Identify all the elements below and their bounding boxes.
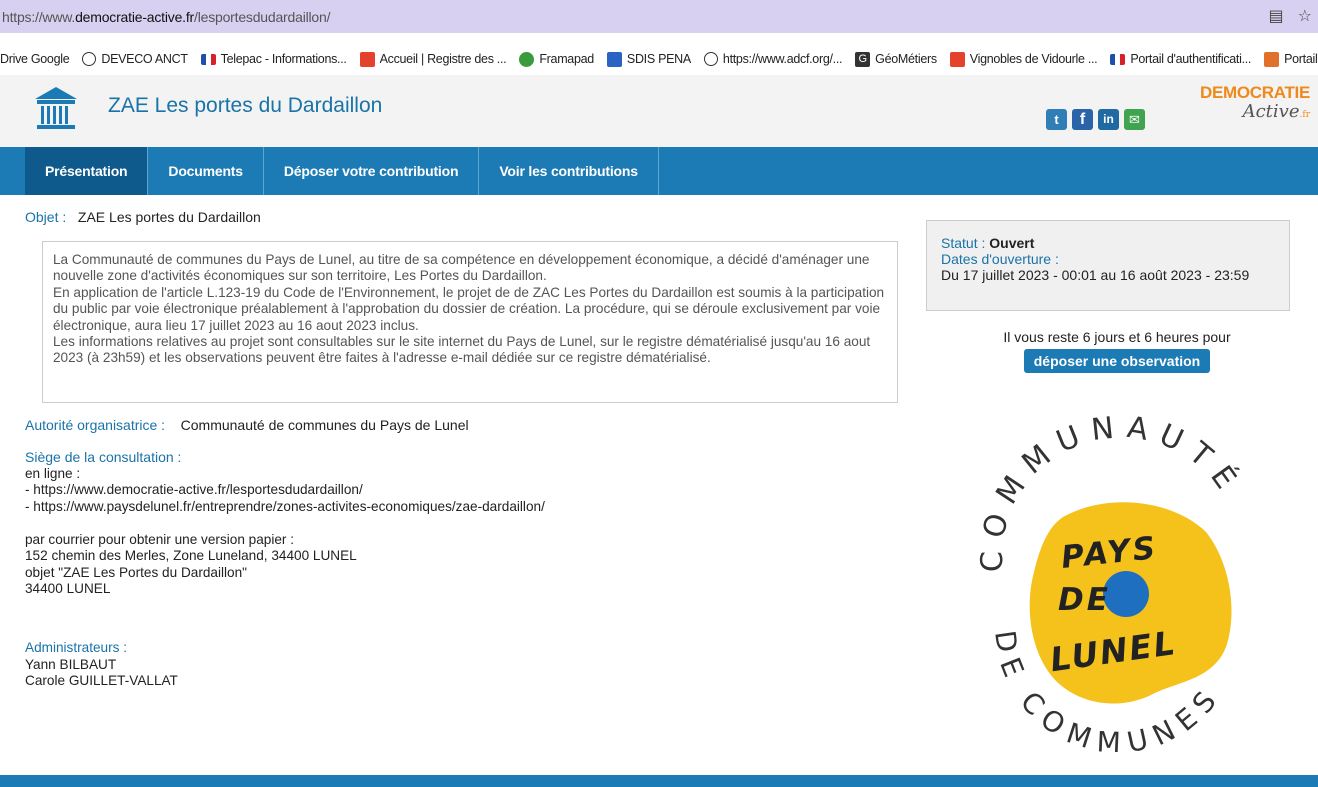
twitter-icon[interactable]: t (1046, 109, 1067, 130)
bookmark-label: GéoMétiers (875, 52, 937, 66)
description-box: La Communauté de communes du Pays de Lun… (42, 241, 898, 403)
url-domain: democratie-active.fr (75, 8, 195, 25)
bookmark-item[interactable]: SDIS PENA (606, 51, 691, 67)
remaining-text: Il vous reste 6 jours et 6 heures pour (1003, 329, 1231, 345)
statut-label: Statut : (941, 235, 986, 251)
objet-label: Objet : (25, 209, 67, 225)
siege-line: en ligne : (25, 465, 81, 481)
bookmark-item[interactable]: https://www.adcf.org/... (703, 52, 843, 66)
globe-icon (82, 52, 97, 66)
remaining-time: Il vous reste 6 jours et 6 heures pour d… (926, 329, 1308, 373)
bookmark-item[interactable]: DEVECO ANCT (82, 52, 188, 66)
linkedin-icon[interactable]: in (1098, 109, 1119, 130)
bookmark-item[interactable]: Framapad (519, 51, 594, 67)
deposit-observation-button[interactable]: déposer une observation (1023, 349, 1211, 373)
description-paragraph: La Communauté de communes du Pays de Lun… (53, 252, 870, 284)
siege-link[interactable]: - https://www.paysdelunel.fr/entreprendr… (25, 499, 545, 516)
footer-bar (0, 775, 1318, 787)
url-prefix: https://www. (2, 8, 76, 25)
social-links: t f in ✉ (1046, 109, 1145, 130)
bookmark-favicon-icon (949, 51, 965, 67)
bookmark-label: Accueil | Registre des ... (379, 52, 507, 66)
siege-section: Siège de la consultation : en ligne : - … (25, 449, 545, 598)
site-header: ZAE Les portes du Dardaillon t f in ✉ DE… (0, 75, 1318, 147)
bookmark-item[interactable]: Telepac - Informations... (200, 52, 347, 66)
admin-name: Yann BILBAUT (25, 656, 117, 672)
bookmark-label: SDIS PENA (626, 52, 691, 66)
admin-name: Carole GUILLET-VALLAT (25, 673, 178, 688)
siege-label: Siège de la consultation : (25, 449, 182, 465)
bookmark-item[interactable]: Drive Google (0, 52, 70, 66)
statut-value: Ouvert (989, 235, 1035, 251)
tab-deposer-contribution[interactable]: Déposer votre contribution (264, 147, 480, 195)
globe-icon (703, 52, 718, 66)
siege-line: 152 chemin des Merles, Zone Luneland, 34… (25, 548, 357, 563)
site-title[interactable]: ZAE Les portes du Dardaillon (108, 94, 382, 118)
brand-top: DEMOCRATIE (1199, 83, 1310, 102)
facebook-icon[interactable]: f (1072, 109, 1093, 130)
svg-text:DE: DE (1058, 582, 1111, 618)
pays-de-lunel-logo: PAYS DE LUNEL COMMUNAUTÉ DE COMMUNES (975, 412, 1239, 752)
main-nav: Présentation Documents Déposer votre con… (0, 147, 1318, 195)
url-text[interactable]: https://www.democratie-active.fr/lesport… (0, 9, 330, 25)
bookmark-item[interactable]: Portail A (1264, 51, 1318, 67)
description-paragraph: En application de l'article L.123-19 du … (53, 284, 885, 333)
url-bar-actions: ▤ ☆ (1269, 6, 1312, 26)
tab-voir-contributions[interactable]: Voir les contributions (479, 147, 659, 195)
dates-label: Dates d'ouverture : (941, 251, 1059, 267)
siege-line: objet "ZAE Les Portes du Dardaillon" (25, 564, 247, 580)
bookmark-label: Framapad (539, 52, 594, 66)
bookmarks-bar: Drive Google DEVECO ANCT Telepac - Informa… (0, 43, 1318, 75)
admins-label: Administrateurs : (25, 640, 127, 655)
bookmark-favicon-icon (359, 51, 375, 67)
bookmark-item[interactable]: G GéoMétiers (855, 51, 937, 67)
bookmark-label: Portail d'authentificati... (1130, 52, 1252, 66)
bookmark-label: https://www.adcf.org/... (722, 52, 843, 66)
tab-documents[interactable]: Documents (148, 147, 264, 195)
bookmark-star-icon[interactable]: ☆ (1298, 6, 1312, 26)
siege-link[interactable]: - https://www.democratie-active.fr/lespo… (25, 482, 545, 499)
autorite-value: Communauté de communes du Pays de Lunel (180, 417, 469, 433)
autorite-row: Autorité organisatrice : Communauté de c… (25, 417, 469, 433)
democratie-active-logo[interactable]: DEMOCRATIE Active.fr (1195, 83, 1310, 122)
bookmark-label: Telepac - Informations... (220, 52, 347, 66)
bookmark-favicon-icon: G (855, 51, 871, 67)
bookmark-item[interactable]: Portail d'authentificati... (1110, 52, 1251, 66)
status-box: Statut : Ouvert Dates d'ouverture : Du 1… (926, 220, 1290, 311)
institution-building-icon[interactable] (33, 85, 79, 131)
autorite-label: Autorité organisatrice : (25, 417, 166, 433)
objet-row: Objet : ZAE Les portes du Dardaillon (25, 209, 261, 225)
description-paragraph: Les informations relatives au projet son… (53, 334, 871, 366)
bookmark-favicon-icon (519, 51, 535, 67)
bookmark-favicon-icon (1110, 53, 1126, 65)
objet-value: ZAE Les portes du Dardaillon (77, 209, 261, 225)
bookmark-label: Drive Google (0, 52, 70, 66)
siege-line: par courrier pour obtenir une version pa… (25, 531, 295, 547)
bookmark-favicon-icon (200, 53, 216, 65)
siege-line: 34400 LUNEL (25, 581, 111, 596)
bookmark-item[interactable]: Accueil | Registre des ... (359, 51, 507, 67)
bookmark-favicon-icon (606, 51, 622, 67)
bookmark-label: Portail A (1284, 52, 1318, 66)
bookmark-label: Vignobles de Vidourle ... (969, 52, 1098, 66)
reader-mode-icon[interactable]: ▤ (1269, 6, 1284, 26)
dates-value: Du 17 juillet 2023 - 00:01 au 16 août 20… (941, 267, 1250, 283)
tab-presentation[interactable]: Présentation (25, 147, 149, 195)
bookmark-item[interactable]: Vignobles de Vidourle ... (949, 51, 1098, 67)
email-icon[interactable]: ✉ (1124, 109, 1145, 130)
logo-center-line2: DE (1058, 582, 1111, 618)
browser-url-bar[interactable]: https://www.democratie-active.fr/lesport… (0, 0, 1318, 33)
brand-bottom: Active.fr (1242, 101, 1310, 122)
administrators-section: Administrateurs : Yann BILBAUT Carole GU… (25, 640, 178, 690)
bookmark-favicon-icon (1264, 51, 1280, 67)
bookmark-label: DEVECO ANCT (101, 52, 188, 66)
url-path: /lesportesdudardaillon/ (194, 8, 331, 25)
